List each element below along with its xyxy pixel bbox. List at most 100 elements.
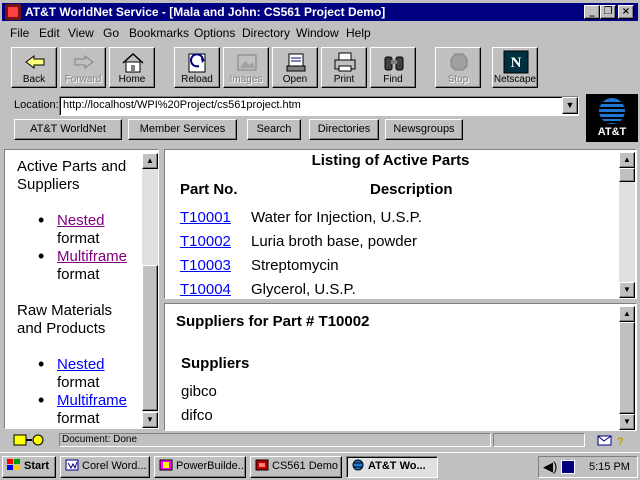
parts-frame-scrollbar[interactable]: ▲ ▼ <box>619 152 635 298</box>
menu-directory[interactable]: Directory <box>242 25 290 41</box>
bullet-icon: • <box>38 210 45 230</box>
start-button[interactable]: Start <box>2 456 56 478</box>
format-label: format <box>57 266 100 283</box>
svg-text:N: N <box>511 55 522 71</box>
menu-window[interactable]: Window <box>296 25 339 41</box>
dir-button-newsgroups[interactable]: Newsgroups <box>385 119 463 140</box>
dir-button-search[interactable]: Search <box>247 119 301 140</box>
dir-button-member-services[interactable]: Member Services <box>128 119 237 140</box>
scroll-down-icon[interactable]: ▼ <box>142 412 158 428</box>
netscape-button[interactable]: N Netscape <box>492 47 538 88</box>
nested-link-1[interactable]: Nested <box>57 212 105 229</box>
menu-edit[interactable]: Edit <box>39 25 60 41</box>
window-caption[interactable]: AT&T WorldNet Service - [Mala and John: … <box>2 3 638 21</box>
scroll-thumb[interactable] <box>142 265 158 411</box>
part-link-t10003[interactable]: T10003 <box>180 254 251 278</box>
part-link-t10002[interactable]: T10002 <box>180 230 251 254</box>
dir-button-directories[interactable]: Directories <box>309 119 379 140</box>
task-cs561-demo[interactable]: CS561 Demo <box>250 456 342 478</box>
multiframe-link-2[interactable]: Multiframe <box>57 392 127 409</box>
restore-button[interactable]: ❐ <box>600 5 616 19</box>
minimize-button[interactable]: _ <box>584 5 600 19</box>
list-item: gibco <box>181 383 217 400</box>
menu-options[interactable]: Options <box>194 25 235 41</box>
menu-help[interactable]: Help <box>346 25 371 41</box>
volume-icon[interactable]: ◀) <box>543 459 557 475</box>
list-item: difco <box>181 407 213 424</box>
att-logo[interactable]: AT&T <box>586 94 638 142</box>
task-powerbuilder[interactable]: PowerBuilde... <box>154 456 246 478</box>
reload-button[interactable]: Reload <box>174 47 220 88</box>
menu-go[interactable]: Go <box>103 25 119 41</box>
back-arrow-icon <box>25 55 45 69</box>
dir-button-worldnet[interactable]: AT&T WorldNet <box>14 119 122 140</box>
menu-bar: File Edit View Go Bookmarks Options Dire… <box>0 24 640 42</box>
open-button[interactable]: Open <box>272 47 318 88</box>
url-field[interactable]: http://localhost/WPI%20Project/cs561proj… <box>59 96 579 116</box>
security-key-icon[interactable] <box>12 433 52 447</box>
multiframe-link-1[interactable]: Multiframe <box>57 248 127 265</box>
home-button[interactable]: Home <box>109 47 155 88</box>
title-bar: AT&T WorldNet Service - [Mala and John: … <box>0 0 640 24</box>
network-tray-icon[interactable] <box>561 460 575 474</box>
nav-item-multiframe-2: Multiframe format <box>57 392 127 428</box>
table-row: T10004 Glycerol, U.S.P. <box>180 278 422 298</box>
task-corel-word[interactable]: Corel Word... <box>60 456 150 478</box>
nav-frame-scrollbar[interactable]: ▲ ▼ <box>142 153 158 428</box>
nav-item-nested-2: Nested format <box>57 356 105 392</box>
suppliers-frame: Suppliers for Part # T10002 Suppliers gi… <box>164 303 637 431</box>
images-button[interactable]: Images <box>223 47 269 88</box>
back-button[interactable]: Back <box>11 47 57 88</box>
part-link-t10004[interactable]: T10004 <box>180 278 251 298</box>
stop-icon <box>450 53 468 71</box>
close-button[interactable]: × <box>618 5 634 19</box>
nav-item-multiframe-1: Multiframe format <box>57 248 127 284</box>
cs561-demo-icon <box>255 459 269 471</box>
scroll-up-icon[interactable]: ▲ <box>142 153 158 169</box>
menu-bookmarks[interactable]: Bookmarks <box>129 25 189 41</box>
images-icon <box>237 54 257 71</box>
scroll-up-icon[interactable]: ▲ <box>619 306 635 322</box>
parts-frame: Listing of Active Parts Part No. Descrip… <box>164 149 637 299</box>
progress-bar <box>493 433 585 447</box>
status-text: Document: Done <box>59 433 491 447</box>
suppliers-frame-scrollbar[interactable]: ▲ ▼ <box>619 306 635 430</box>
suppliers-heading: Suppliers <box>181 355 250 372</box>
part-description: Glycerol, U.S.P. <box>251 281 356 298</box>
netscape-logo-icon: N <box>503 50 529 74</box>
app-icon[interactable] <box>5 4 21 20</box>
format-label: format <box>57 230 100 247</box>
taskbar: Start Corel Word... PowerBuilde... CS561… <box>0 452 640 480</box>
clock[interactable]: 5:15 PM <box>589 461 630 473</box>
toolbar: Back Forward Home Reload Images Open Pri… <box>0 43 640 91</box>
menu-view[interactable]: View <box>68 25 94 41</box>
find-button[interactable]: Find <box>370 47 416 88</box>
stop-button[interactable]: Stop <box>435 47 481 88</box>
print-button[interactable]: Print <box>321 47 367 88</box>
att-logo-text: AT&T <box>597 126 627 138</box>
mail-icon[interactable]: ? <box>597 433 625 448</box>
col-header-part-no: Part No. <box>180 181 238 198</box>
home-label: Home <box>118 74 146 85</box>
url-dropdown-icon[interactable]: ▼ <box>562 97 578 114</box>
part-link-t10001[interactable]: T10001 <box>180 206 251 230</box>
system-tray: ◀) 5:15 PM <box>538 456 638 478</box>
scroll-thumb[interactable] <box>619 322 635 414</box>
section-heading-active-parts: Active Parts and Suppliers <box>17 158 127 193</box>
section-heading-raw-materials: Raw Materials and Products <box>17 302 113 337</box>
task-label: AT&T Wo... <box>368 460 426 472</box>
scroll-up-icon[interactable]: ▲ <box>619 152 635 168</box>
find-label: Find <box>383 74 403 85</box>
scroll-down-icon[interactable]: ▼ <box>619 414 635 430</box>
scroll-thumb[interactable] <box>619 168 635 182</box>
task-att-worldnet[interactable]: AT&T Wo... <box>346 456 438 478</box>
nested-link-2[interactable]: Nested <box>57 356 105 373</box>
corel-word-icon <box>65 459 79 471</box>
att-globe-small-icon <box>352 459 364 471</box>
task-label: PowerBuilde... <box>176 460 246 472</box>
scroll-down-icon[interactable]: ▼ <box>619 282 635 298</box>
bullet-icon: • <box>38 354 45 374</box>
menu-file[interactable]: File <box>10 25 29 41</box>
part-description: Streptomycin <box>251 257 339 274</box>
forward-button[interactable]: Forward <box>60 47 106 88</box>
